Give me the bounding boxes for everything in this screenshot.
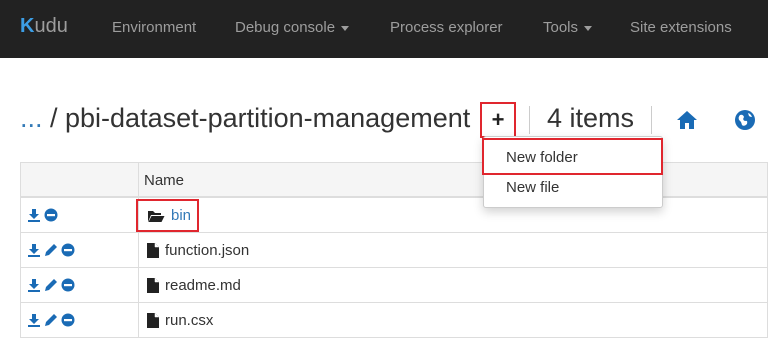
home-icon[interactable] — [676, 110, 698, 130]
download-icon[interactable] — [27, 278, 41, 292]
breadcrumb: ... / pbi-dataset-partition-management — [20, 103, 470, 134]
download-icon[interactable] — [27, 243, 41, 257]
nav-site-extensions[interactable]: Site extensions — [630, 19, 732, 36]
edit-icon[interactable] — [44, 313, 58, 327]
column-divider — [138, 163, 139, 196]
column-divider — [138, 268, 139, 302]
column-divider — [138, 303, 139, 337]
edit-icon[interactable] — [44, 278, 58, 292]
edit-icon[interactable] — [44, 243, 58, 257]
row-actions — [27, 243, 75, 257]
item-count: 4 items — [547, 103, 635, 133]
nav-site-extensions-label: Site extensions — [630, 19, 732, 36]
breadcrumb-path: / pbi-dataset-partition-management — [42, 103, 471, 133]
menu-item-new-file[interactable]: New file — [506, 179, 559, 196]
file-item[interactable]: function.json — [147, 242, 249, 259]
chevron-down-icon — [341, 25, 350, 31]
highlight-box — [136, 199, 199, 232]
navbar: Kudu Environment Debug console Process e… — [0, 0, 768, 58]
nav-process-explorer-label: Process explorer — [390, 19, 503, 36]
brand-k: K — [20, 15, 35, 37]
brand-logo[interactable]: Kudu — [20, 15, 68, 38]
nav-environment[interactable]: Environment — [112, 19, 196, 36]
row-actions — [27, 313, 75, 327]
nav-tools-label: Tools — [543, 19, 579, 36]
file-name: readme.md — [165, 277, 241, 294]
delete-icon[interactable] — [61, 313, 75, 327]
highlight-box — [482, 138, 663, 175]
row-actions — [27, 278, 75, 292]
plus-icon: + — [491, 107, 505, 132]
nav-debug-console[interactable]: Debug console — [235, 19, 350, 36]
globe-icon[interactable] — [734, 109, 756, 131]
row-actions — [27, 208, 58, 222]
brand-name: udu — [34, 15, 68, 37]
delete-icon[interactable] — [61, 278, 75, 292]
file-icon — [147, 313, 159, 328]
delete-icon[interactable] — [44, 208, 58, 222]
table-row: readme.md — [20, 268, 768, 303]
chevron-down-icon — [584, 25, 593, 31]
add-button[interactable]: + — [480, 102, 516, 138]
table-row: run.csx — [20, 303, 768, 338]
column-divider — [138, 233, 139, 267]
file-icon — [147, 278, 159, 293]
nav-environment-label: Environment — [112, 19, 197, 36]
file-name: run.csx — [165, 312, 214, 329]
download-icon[interactable] — [27, 208, 41, 222]
breadcrumb-ellipsis-link[interactable]: ... — [20, 103, 43, 133]
file-item[interactable]: readme.md — [147, 277, 241, 294]
file-name: function.json — [165, 242, 250, 259]
file-item[interactable]: run.csx — [147, 312, 213, 329]
table-row: function.json — [20, 233, 768, 268]
download-icon[interactable] — [27, 313, 41, 327]
nav-tools[interactable]: Tools — [543, 19, 593, 36]
divider — [529, 106, 530, 134]
file-icon — [147, 243, 159, 258]
nav-debug-console-label: Debug console — [235, 19, 336, 36]
delete-icon[interactable] — [61, 243, 75, 257]
nav-process-explorer[interactable]: Process explorer — [390, 19, 503, 36]
divider — [651, 106, 652, 134]
column-header-name[interactable]: Name — [144, 172, 184, 189]
